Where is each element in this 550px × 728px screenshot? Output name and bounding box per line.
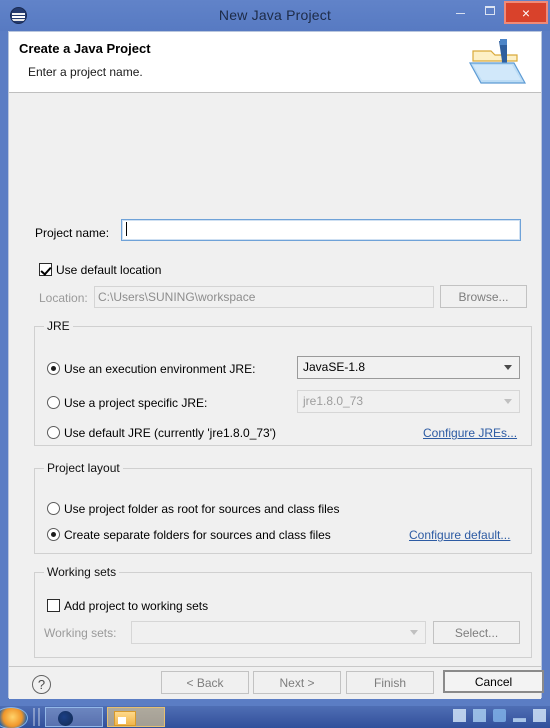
location-label: Location:	[39, 291, 88, 305]
taskbar-item-explorer[interactable]	[107, 707, 165, 727]
add-to-working-sets-checkbox[interactable]	[47, 599, 60, 612]
folder-icon	[114, 711, 136, 726]
working-sets-group: Working sets	[34, 565, 532, 658]
select-working-sets-button: Select...	[433, 621, 520, 644]
next-button: Next >	[253, 671, 341, 694]
close-button[interactable]: ×	[504, 1, 548, 24]
project-name-input[interactable]	[121, 219, 521, 241]
radio-default-jre[interactable]	[47, 426, 60, 439]
chevron-down-icon	[410, 630, 418, 635]
project-name-label: Project name:	[35, 226, 110, 240]
tray-icon[interactable]	[453, 709, 466, 722]
location-input: C:\Users\SUNING\workspace	[94, 286, 434, 308]
radio-execution-environment-jre[interactable]	[47, 362, 60, 375]
working-sets-label: Working sets:	[44, 626, 117, 640]
project-layout-group-title: Project layout	[44, 461, 123, 475]
tray-icon[interactable]	[533, 709, 546, 722]
finish-button: Finish	[346, 671, 434, 694]
start-button[interactable]	[0, 707, 28, 728]
jre-group-title: JRE	[44, 319, 73, 333]
use-default-location-checkbox[interactable]	[39, 263, 52, 276]
page-title: Create a Java Project	[19, 41, 151, 56]
tray-icon[interactable]	[513, 718, 526, 722]
project-specific-jre-combo: jre1.8.0_73	[297, 390, 520, 413]
taskbar-divider	[38, 708, 40, 726]
tray-icon[interactable]	[493, 709, 506, 722]
tray-icon[interactable]	[473, 709, 486, 722]
use-default-location-label: Use default location	[56, 263, 162, 277]
radio-project-folder-root-label: Use project folder as root for sources a…	[64, 502, 340, 516]
chevron-down-icon	[504, 365, 512, 370]
chevron-down-icon	[504, 399, 512, 404]
project-specific-jre-value: jre1.8.0_73	[303, 394, 364, 408]
text-caret	[126, 222, 127, 236]
windows-taskbar	[0, 706, 550, 728]
radio-separate-folders-label: Create separate folders for sources and …	[64, 528, 331, 542]
location-value: C:\Users\SUNING\workspace	[98, 290, 256, 304]
window-controls: ×	[446, 0, 550, 31]
title-bar: New Java Project ×	[0, 0, 550, 31]
radio-project-specific-jre[interactable]	[47, 396, 60, 409]
configure-default-link[interactable]: Configure default...	[409, 528, 510, 542]
browse-button: Browse...	[440, 285, 527, 308]
execution-environment-value: JavaSE-1.8	[303, 360, 366, 374]
taskbar-divider	[33, 708, 35, 726]
help-icon[interactable]: ?	[32, 675, 51, 694]
dialog-button-bar: ? < Back Next > Finish Cancel	[9, 666, 544, 699]
maximize-button[interactable]	[475, 0, 504, 21]
taskbar-item-browser[interactable]	[45, 707, 103, 727]
add-to-working-sets-label: Add project to working sets	[64, 599, 209, 613]
working-sets-group-title: Working sets	[44, 565, 120, 579]
radio-project-specific-jre-label: Use a project specific JRE:	[64, 396, 208, 410]
execution-environment-combo[interactable]: JavaSE-1.8	[297, 356, 520, 379]
cancel-button[interactable]: Cancel	[443, 670, 544, 693]
back-button: < Back	[161, 671, 249, 694]
working-sets-combo	[131, 621, 426, 644]
configure-jres-link[interactable]: Configure JREs...	[423, 426, 517, 440]
radio-execution-environment-jre-label: Use an execution environment JRE:	[64, 362, 256, 376]
dialog-client: Create a Java Project Enter a project na…	[8, 31, 544, 699]
radio-separate-folders[interactable]	[47, 528, 60, 541]
radio-project-folder-root[interactable]	[47, 502, 60, 515]
radio-default-jre-label: Use default JRE (currently 'jre1.8.0_73'…	[64, 426, 277, 440]
dialog-window: New Java Project × Create a Java Project…	[0, 0, 550, 706]
wizard-header: Create a Java Project Enter a project na…	[9, 32, 541, 93]
java-project-folder-icon	[467, 37, 529, 89]
browser-icon	[58, 711, 73, 726]
wizard-body: Project name: Use default location Locat…	[9, 93, 541, 666]
minimize-button[interactable]	[446, 0, 475, 21]
page-subtitle: Enter a project name.	[28, 65, 143, 79]
system-tray	[453, 709, 546, 722]
